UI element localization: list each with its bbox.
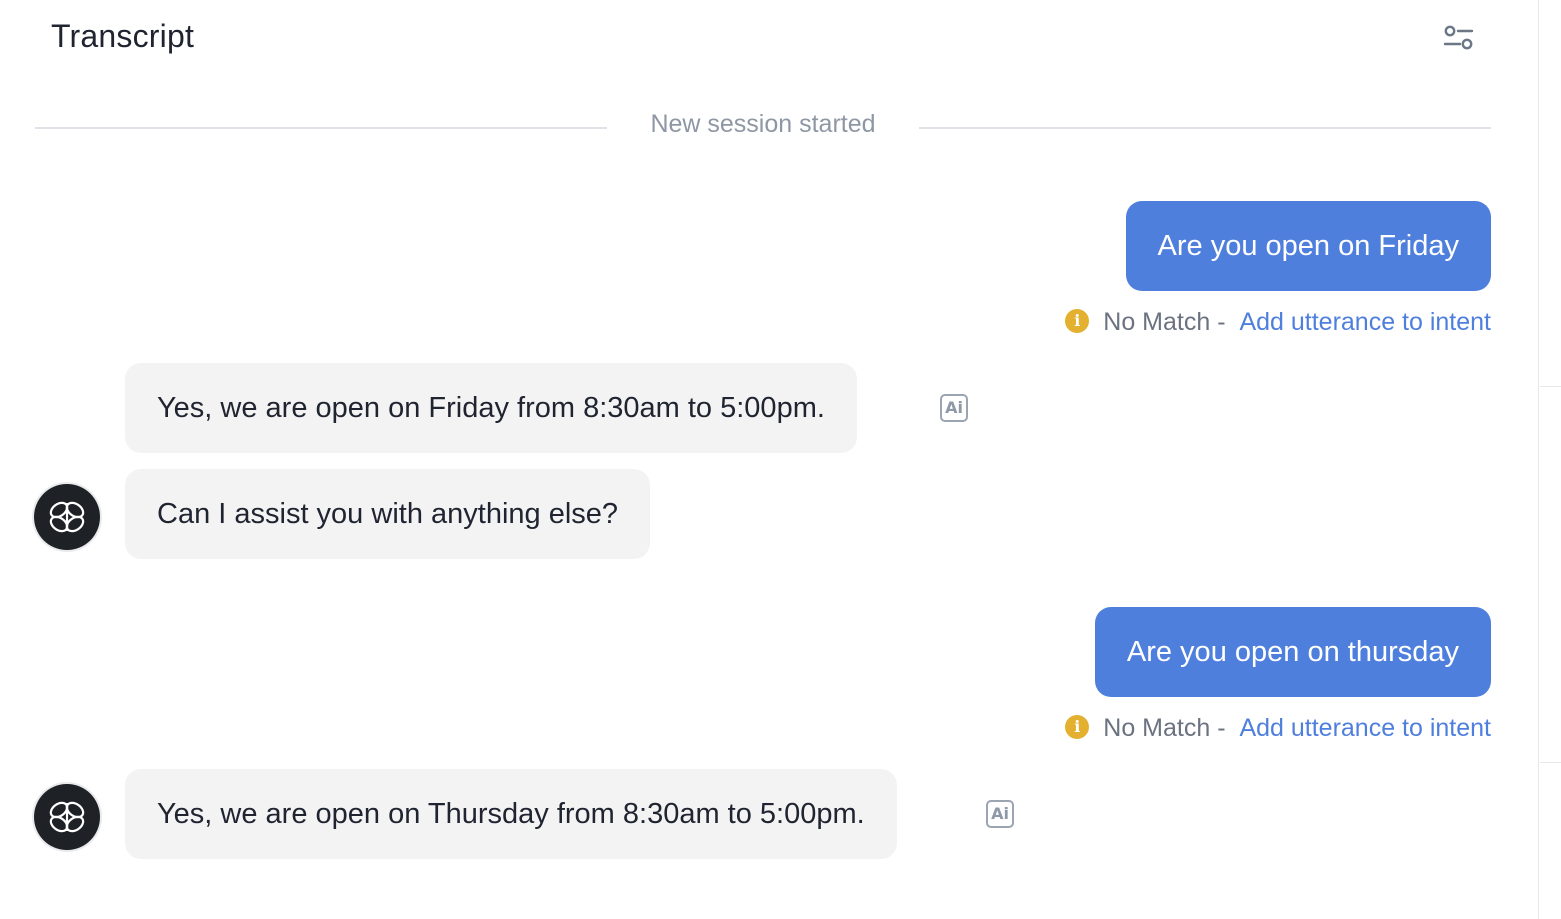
session-divider-right [919, 127, 1491, 129]
session-started-label: New session started [650, 110, 876, 138]
add-utterance-link[interactable]: Add utterance to intent [1239, 308, 1491, 336]
rail-divider [1540, 386, 1561, 387]
bot-avatar [34, 784, 100, 850]
bot-message: Can I assist you with anything else? [125, 469, 651, 559]
user-message: Are you open on thursday [1094, 607, 1491, 697]
match-status: i No Match - Add utterance to intent [1065, 305, 1491, 339]
page-title: Transcript [51, 18, 195, 54]
rail-divider [1540, 762, 1561, 763]
filter-settings-button[interactable] [1440, 22, 1476, 56]
butterfly-logo-icon [49, 801, 85, 833]
transcript-panel: Transcript New session started Are you o… [0, 0, 1538, 919]
user-message: Are you open on Friday [1125, 201, 1491, 291]
match-status: i No Match - Add utterance to intent [1065, 711, 1491, 745]
ai-generated-badge[interactable]: Ai [986, 800, 1014, 828]
bot-message: Yes, we are open on Thursday from 8:30am… [125, 769, 897, 859]
ai-generated-badge[interactable]: Ai [940, 394, 968, 422]
butterfly-logo-icon [49, 501, 85, 533]
sliders-filter-icon [1443, 25, 1474, 50]
bot-avatar [34, 484, 100, 550]
session-divider-left [35, 127, 607, 129]
add-utterance-link[interactable]: Add utterance to intent [1239, 714, 1491, 742]
info-icon: i [1065, 309, 1090, 334]
info-icon: i [1065, 715, 1090, 740]
no-match-label: No Match - [1103, 714, 1226, 742]
bot-message: Yes, we are open on Friday from 8:30am t… [125, 363, 857, 453]
no-match-label: No Match - [1103, 308, 1226, 336]
right-panel-edge [1538, 0, 1561, 919]
